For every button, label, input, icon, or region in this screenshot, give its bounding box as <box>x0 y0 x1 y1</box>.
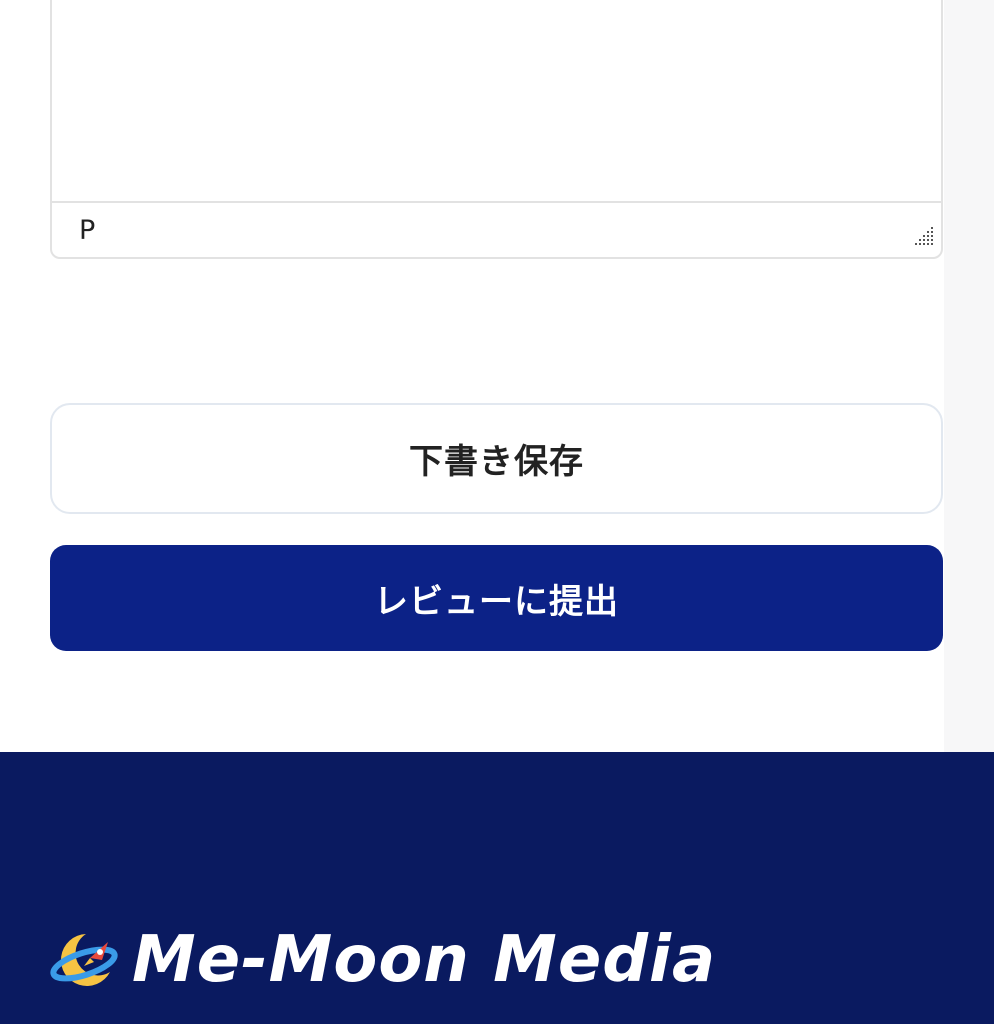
scrollbar-track[interactable] <box>944 0 994 752</box>
editor-statusbar: P <box>52 201 941 257</box>
rich-text-editor: P <box>50 0 943 259</box>
brand-name: Me-Moon Media <box>132 923 717 997</box>
brand-logo-link[interactable]: Me-Moon Media <box>50 928 716 992</box>
resize-handle-icon[interactable] <box>911 225 935 249</box>
editor-content-area[interactable] <box>52 0 941 201</box>
element-path[interactable]: P <box>79 215 95 246</box>
moon-rocket-logo-icon <box>50 934 118 986</box>
save-draft-button[interactable]: 下書き保存 <box>50 403 943 514</box>
submit-for-review-button[interactable]: レビューに提出 <box>50 545 943 651</box>
site-footer: Me-Moon Media <box>0 752 994 1024</box>
